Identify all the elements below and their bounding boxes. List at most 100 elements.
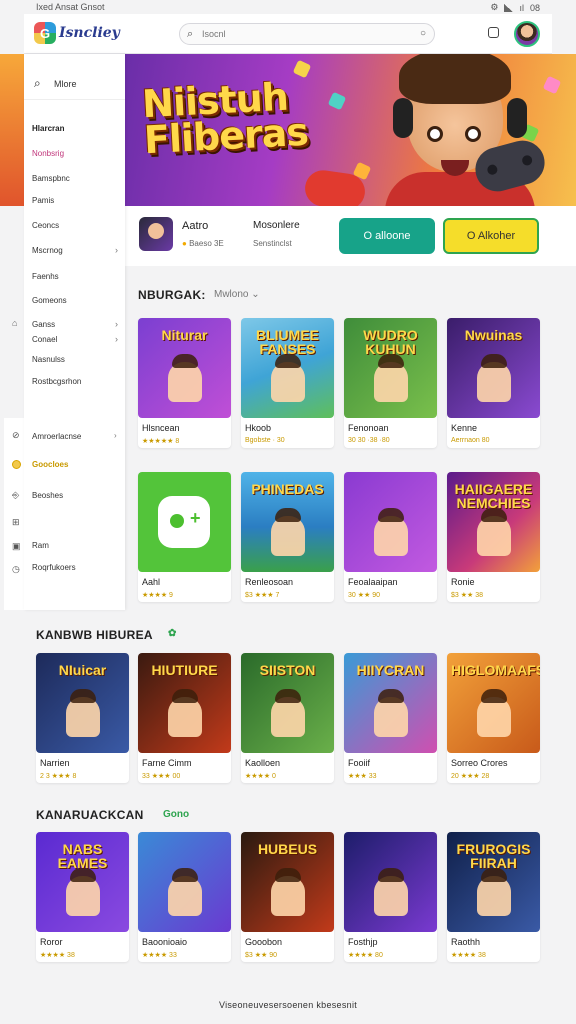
sidebar-item-label: Ganss (32, 320, 56, 329)
app-logo[interactable]: G Isncliey (34, 22, 120, 44)
featured-thumbnail[interactable] (139, 217, 173, 251)
game-thumbnail[interactable]: Nwuinas (447, 318, 540, 418)
hero-banner[interactable]: Niistuh Fliberas (125, 54, 576, 206)
game-card[interactable]: HUBEUS Gooobon $3 ★★ 90 (241, 832, 334, 962)
sidebar-item[interactable]: Rostbcgsrhon (32, 377, 122, 386)
character-figure (374, 689, 408, 737)
game-art-title: HUBEUS (257, 841, 318, 857)
character-figure (66, 689, 100, 737)
game-thumbnail[interactable]: WUDRO KUHUN (344, 318, 437, 418)
game-card[interactable]: HIGLOMAAFS Sorreo Crores 20 ★★★ 28 (447, 653, 540, 783)
sidebar-bottom-item[interactable]: Roqrfukoers (32, 563, 76, 572)
game-thumbnail[interactable]: HUBEUS (241, 832, 334, 932)
sidebar-item[interactable]: Faenhs (32, 272, 122, 281)
secondary-button[interactable]: O Alkoher (443, 218, 539, 254)
game-card[interactable]: Baoonioaio ★★★★ 33 (138, 832, 231, 962)
game-rating: ★★★★ 38 (40, 952, 75, 959)
hero-eye (465, 126, 481, 142)
game-card[interactable]: Aahl ★★★★ 9 (138, 472, 231, 602)
game-thumbnail[interactable] (138, 832, 231, 932)
game-thumbnail[interactable]: HIGLOMAAFS (447, 653, 540, 753)
sidebar-item[interactable]: Bamspbnc (32, 174, 122, 183)
sidebar-item-label: Hlarcran (32, 124, 65, 133)
game-card[interactable]: FRUROGIS FIIRAH Raothh ★★★★ 38 (447, 832, 540, 962)
sidebar: ⌕ Mlore Hlarcran Nonbsrig Bamspbnc Pamis Ceo… (24, 54, 125, 610)
game-thumbnail[interactable]: NABS EAMES (36, 832, 129, 932)
game-rating: ★★★★ 9 (142, 592, 173, 599)
game-card[interactable]: SIISTON Kaolloen ★★★★ 0 (241, 653, 334, 783)
game-title: Feoalaaipan (348, 577, 398, 587)
game-title: Hkoob (245, 423, 272, 433)
coin-icon[interactable] (12, 460, 21, 469)
sidebar-item[interactable]: Hlarcran (32, 124, 122, 133)
game-title: Narrien (40, 758, 70, 768)
play-button[interactable]: O alloone (339, 218, 435, 254)
game-card[interactable]: NIuicar Narrien 2 3 ★★★ 8 (36, 653, 129, 783)
status-bar: Ixed Ansat Gnsot ⚙ ıl 08 (0, 0, 576, 14)
game-thumbnail[interactable] (138, 472, 231, 572)
sidebar-item[interactable]: Nasnulss (32, 355, 122, 364)
chat-icon[interactable]: ⎆ (12, 490, 19, 501)
footer-text: Viseoneuvesersoenen kbesesnit (218, 1000, 358, 1010)
window-icon[interactable] (488, 27, 499, 38)
sidebar-item[interactable]: Gomeons (32, 296, 122, 305)
game-card[interactable]: Feoalaaipan 30 ★★ 90 (344, 472, 437, 602)
signal-icon (504, 3, 514, 12)
game-thumbnail[interactable]: HIUTIURE (138, 653, 231, 753)
avatar[interactable] (514, 21, 540, 47)
game-card[interactable]: Nwuinas Kenne Aerrnaon 80 (447, 318, 540, 448)
compass-icon[interactable]: ⊘ (12, 430, 20, 441)
game-card[interactable]: HIIYCRAN Fooiif ★★★ 33 (344, 653, 437, 783)
game-thumbnail[interactable]: SIISTON (241, 653, 334, 753)
game-thumbnail[interactable] (344, 832, 437, 932)
game-thumbnail[interactable]: NIuicar (36, 653, 129, 753)
game-card[interactable]: Niturar Hlsncean ★★★★★ 8 (138, 318, 231, 448)
game-thumbnail[interactable]: FRUROGIS FIIRAH (447, 832, 540, 932)
sidebar-bottom-item[interactable]: Goocloes (32, 460, 68, 469)
game-art-title: WUDRO KUHUN (363, 327, 418, 357)
game-title: Kenne (451, 423, 478, 433)
character-figure (477, 868, 511, 916)
sidebar-item[interactable]: Ganss › (32, 319, 122, 329)
search-bar[interactable]: ⌕ Isocnl ○ (179, 23, 435, 45)
sidebar-bottom-item[interactable]: Ram (32, 541, 49, 550)
sidebar-search[interactable]: ⌕ Mlore (24, 66, 125, 100)
game-thumbnail[interactable]: HAIIGAERE NEMCHIES (447, 472, 540, 572)
sidebar-item[interactable]: Nonbsrig (32, 149, 122, 158)
sidebar-bottom-item[interactable]: Amroerlacnse › (32, 431, 117, 441)
character-figure (66, 868, 100, 916)
game-thumbnail[interactable]: HIIYCRAN (344, 653, 437, 753)
sidebar-bottom-item[interactable]: Beoshes (32, 491, 63, 500)
sidebar-bottom-label: Ram (32, 541, 49, 550)
section-filter-label: Mwlono (214, 289, 249, 300)
grid-icon[interactable]: ⊞ (12, 517, 20, 528)
game-card[interactable]: NABS EAMES Roror ★★★★ 38 (36, 832, 129, 962)
search-input[interactable]: Isocnl (202, 29, 226, 39)
game-card[interactable]: WUDRO KUHUN Fenonoan 30 30 ·38 ·80 (344, 318, 437, 448)
sidebar-item[interactable]: Pamis (32, 196, 122, 205)
game-card[interactable]: PHINEDAS Renleosoan $3 ★★★ 7 (241, 472, 334, 602)
magnifier-icon[interactable]: ○ (420, 28, 426, 39)
game-card[interactable]: HAIIGAERE NEMCHIES Ronie $3 ★★ 38 (447, 472, 540, 602)
game-card[interactable]: BLIUMEE FANSES Hkoob Bgobste · 30 (241, 318, 334, 448)
clock-icon[interactable]: ◷ (12, 564, 20, 575)
game-thumbnail[interactable]: PHINEDAS (241, 472, 334, 572)
game-rating: $3 ★★ 90 (245, 952, 278, 959)
device-icon[interactable]: ▣ (12, 541, 21, 552)
sidebar-item[interactable]: Conael › (32, 334, 122, 344)
banner-title-line2: Fliberas (142, 109, 309, 163)
game-thumbnail[interactable] (344, 472, 437, 572)
character-figure (374, 354, 408, 402)
game-art-title: HAIIGAERE NEMCHIES (454, 481, 533, 511)
section-filter[interactable]: Mwlono ⌄ (214, 289, 260, 300)
game-art-title: HIGLOMAAFS (451, 662, 540, 678)
sidebar-item[interactable]: Ceoncs (32, 221, 122, 230)
game-card[interactable]: Fosthjp ★★★★ 80 (344, 832, 437, 962)
game-title: Hlsncean (142, 423, 180, 433)
sidebar-item[interactable]: Mscrnog › (32, 245, 122, 255)
game-thumbnail[interactable]: BLIUMEE FANSES (241, 318, 334, 418)
scroll-marker-icon: ⌂ (12, 318, 18, 328)
sidebar-item-label: Nonbsrig (32, 149, 65, 158)
game-card[interactable]: HIUTIURE Farne Cimm 33 ★★★ 00 (138, 653, 231, 783)
game-thumbnail[interactable]: Niturar (138, 318, 231, 418)
